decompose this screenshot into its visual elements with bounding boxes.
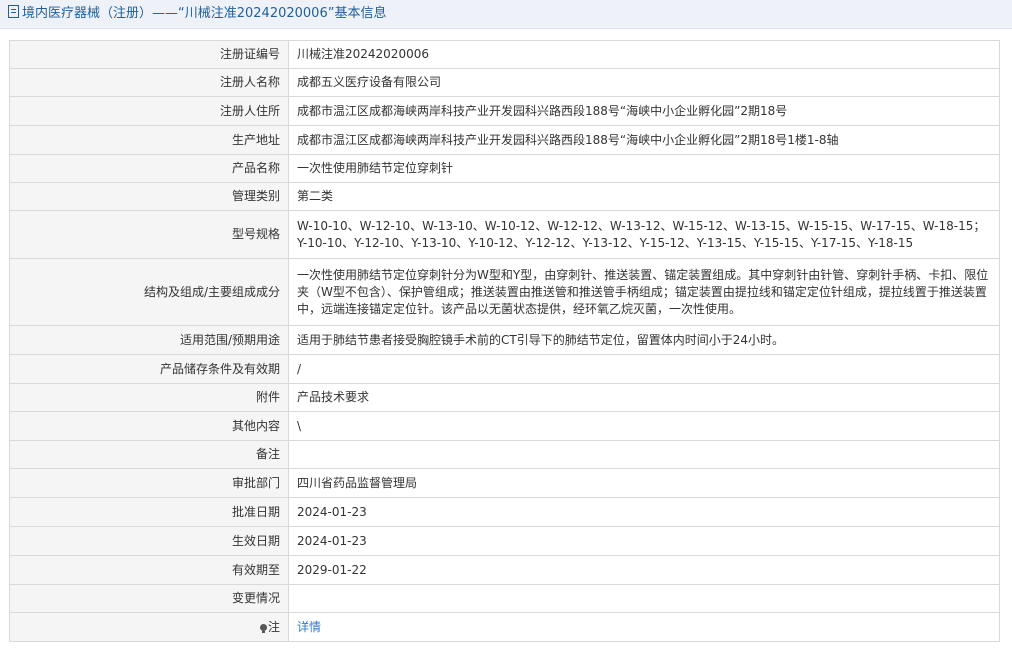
table-row: 注册人名称 成都五义医疗设备有限公司 [9,68,1000,97]
field-value: \ [288,411,1000,441]
field-value: 第二类 [288,182,1000,211]
table-row: 生效日期 2024-01-23 [9,526,1000,556]
note-label: 注 [9,612,289,642]
page-title: 境内医疗器械（注册）——“川械注准20242020006”基本信息 [22,6,387,21]
field-value: 一次性使用肺结节定位穿刺针 [288,154,1000,183]
table-row: 产品名称 一次性使用肺结节定位穿刺针 [9,154,1000,183]
table-row: 注册人住所 成都市温江区成都海峡两岸科技产业开发园科兴路西段188号“海峡中小企业… [9,96,1000,126]
field-label: 注册人名称 [9,68,289,97]
table-row: 批准日期 2024-01-23 [9,497,1000,527]
field-label: 变更情况 [9,584,289,613]
field-value: 成都市温江区成都海峡两岸科技产业开发园科兴路西段188号“海峡中小企业孵化园”2… [288,96,1000,126]
table-row: 产品储存条件及有效期 / [9,354,1000,384]
field-value: 川械注准20242020006 [288,40,1000,69]
field-value: 适用于肺结节患者接受胸腔镜手术前的CT引导下的肺结节定位，留置体内时间小于24小… [288,325,1000,355]
table-row: 型号规格 W-10-10、W-12-10、W-13-10、W-10-12、W-12… [9,210,1000,259]
table-row: 有效期至 2029-01-22 [9,555,1000,585]
field-label: 产品名称 [9,154,289,183]
field-label: 注册人住所 [9,96,289,126]
note-row: 注 详情 [9,612,1000,642]
details-link[interactable]: 详情 [297,620,321,634]
field-label: 备注 [9,440,289,469]
field-value: 2024-01-23 [288,497,1000,527]
info-table: 注册证编号 川械注准20242020006 注册人名称 成都五义医疗设备有限公司 注册人… [9,40,1000,642]
table-row: 备注 [9,440,1000,469]
field-label: 其他内容 [9,411,289,441]
table-row: 变更情况 [9,584,1000,613]
note-value: 详情 [288,612,1000,642]
field-label: 注册证编号 [9,40,289,69]
document-icon [8,5,19,18]
field-value: / [288,354,1000,384]
field-value: 成都五义医疗设备有限公司 [288,68,1000,97]
field-label: 审批部门 [9,468,289,498]
table-row: 生产地址 成都市温江区成都海峡两岸科技产业开发园科兴路西段188号“海峡中小企业孵… [9,125,1000,155]
lightbulb-icon [259,623,267,633]
field-label: 附件 [9,383,289,412]
page-header: 境内医疗器械（注册）——“川械注准20242020006”基本信息 [0,0,1012,29]
table-row: 附件 产品技术要求 [9,383,1000,412]
table-row: 结构及组成/主要组成成分 一次性使用肺结节定位穿刺针分为W型和Y型，由穿刺针、推送… [9,258,1000,326]
field-value: 2024-01-23 [288,526,1000,556]
table-row: 审批部门 四川省药品监督管理局 [9,468,1000,498]
field-label: 产品储存条件及有效期 [9,354,289,384]
field-value [288,584,1000,613]
field-value: 四川省药品监督管理局 [288,468,1000,498]
field-value: 成都市温江区成都海峡两岸科技产业开发园科兴路西段188号“海峡中小企业孵化园”2… [288,125,1000,155]
field-label: 批准日期 [9,497,289,527]
table-row: 管理类别 第二类 [9,182,1000,211]
field-value: 一次性使用肺结节定位穿刺针分为W型和Y型，由穿刺针、推送装置、锚定装置组成。其中… [288,258,1000,326]
field-value [288,440,1000,469]
field-label: 管理类别 [9,182,289,211]
table-row: 适用范围/预期用途 适用于肺结节患者接受胸腔镜手术前的CT引导下的肺结节定位，留置… [9,325,1000,355]
field-value: W-10-10、W-12-10、W-13-10、W-10-12、W-12-12、… [288,210,1000,259]
field-label: 结构及组成/主要组成成分 [9,258,289,326]
field-label: 有效期至 [9,555,289,585]
field-label: 生产地址 [9,125,289,155]
field-value: 2029-01-22 [288,555,1000,585]
table-row: 注册证编号 川械注准20242020006 [9,40,1000,69]
field-value: 产品技术要求 [288,383,1000,412]
table-row: 其他内容 \ [9,411,1000,441]
field-label: 生效日期 [9,526,289,556]
note-label-text: 注 [267,619,280,634]
field-label: 适用范围/预期用途 [9,325,289,355]
field-label: 型号规格 [9,210,289,259]
